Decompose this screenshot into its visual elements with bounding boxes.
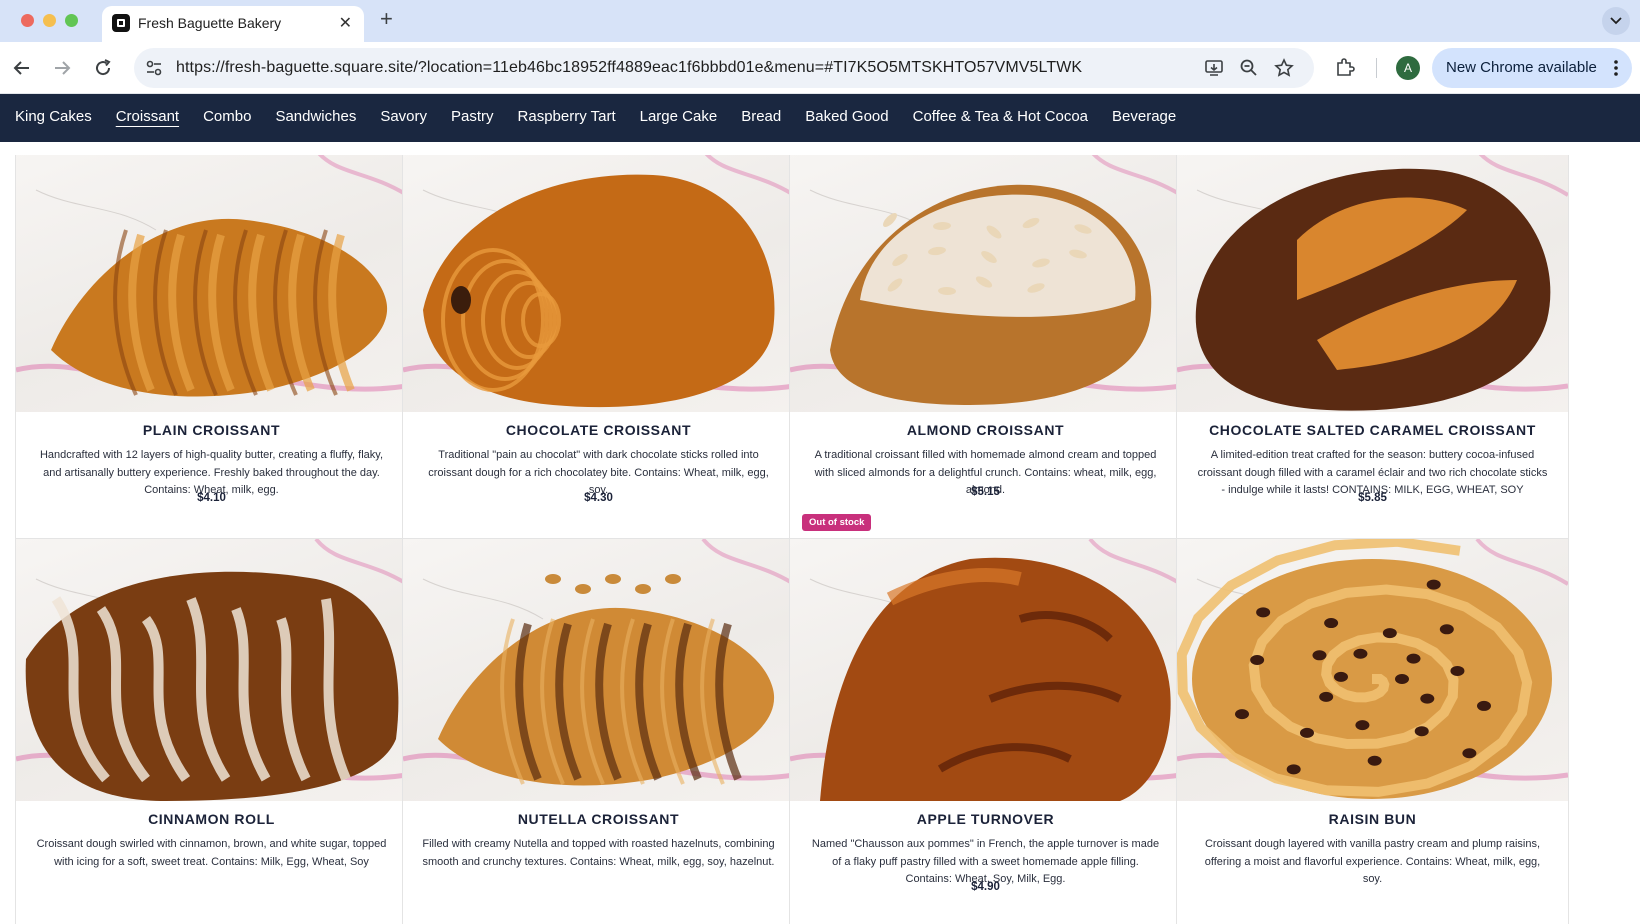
product-price: $5.85	[1358, 492, 1387, 504]
product-description: Filled with creamy Nutella and topped wi…	[422, 838, 775, 868]
nav-item-coffee-tea-hot-cocoa[interactable]: Coffee & Tea & Hot Cocoa	[913, 108, 1088, 125]
profile-avatar[interactable]: A	[1396, 56, 1420, 80]
almond-croissant-illustration	[790, 155, 1181, 405]
product-card-almond-croissant[interactable]: ALMOND CROISSANT A traditional croissant …	[789, 155, 1182, 545]
product-image[interactable]	[403, 539, 794, 801]
product-price: $4.30	[584, 492, 613, 504]
nav-item-king-cakes[interactable]: King Cakes	[15, 108, 92, 125]
product-price: $4.90	[971, 881, 1000, 893]
product-image[interactable]	[16, 155, 407, 412]
product-description: Croissant dough layered with vanilla pas…	[1204, 838, 1541, 885]
product-price: $5.15	[971, 486, 1000, 498]
cinnamon-roll-illustration	[16, 539, 407, 801]
url-text[interactable]: https://fresh-baguette.square.site/?loca…	[176, 59, 1082, 77]
croissant-illustration	[16, 155, 407, 397]
tab-title: Fresh Baguette Bakery	[138, 15, 282, 31]
toolbar-divider	[1376, 58, 1377, 78]
tab-search-button[interactable]	[1602, 7, 1630, 35]
product-name[interactable]: PLAIN CROISSANT	[16, 422, 407, 438]
product-image[interactable]	[16, 539, 407, 801]
back-arrow-icon[interactable]	[10, 56, 34, 80]
zoom-icon[interactable]	[1239, 58, 1259, 78]
bookmark-star-icon[interactable]	[1274, 58, 1294, 78]
tab-close-icon[interactable]: ✕	[339, 13, 352, 33]
product-card-plain-croissant[interactable]: PLAIN CROISSANT Handcrafted with 12 layer…	[15, 155, 408, 545]
product-name[interactable]: CINNAMON ROLL	[16, 811, 407, 827]
raisin-bun-illustration	[1177, 539, 1568, 799]
product-image[interactable]	[1177, 155, 1568, 412]
product-name[interactable]: APPLE TURNOVER	[790, 811, 1181, 827]
install-app-icon[interactable]	[1204, 58, 1224, 78]
nav-item-combo[interactable]: Combo	[203, 108, 251, 125]
product-card-nutella-croissant[interactable]: NUTELLA CROISSANT Filled with creamy Nute…	[402, 538, 795, 924]
product-image[interactable]	[790, 539, 1181, 801]
nutella-croissant-illustration	[403, 539, 794, 786]
square-favicon-icon	[112, 14, 130, 32]
product-name[interactable]: CHOCOLATE SALTED CARAMEL CROISSANT	[1177, 422, 1568, 438]
nav-item-croissant[interactable]: Croissant	[116, 108, 179, 125]
extensions-puzzle-icon[interactable]	[1334, 56, 1356, 78]
browser-toolbar: https://fresh-baguette.square.site/?loca…	[0, 42, 1640, 94]
product-grid: PLAIN CROISSANT Handcrafted with 12 layer…	[15, 155, 1625, 924]
product-name[interactable]: ALMOND CROISSANT	[790, 422, 1181, 438]
maximize-window-button[interactable]	[65, 14, 78, 27]
product-image[interactable]	[403, 155, 794, 412]
chrome-update-button[interactable]: New Chrome available	[1432, 48, 1632, 88]
nav-item-pastry[interactable]: Pastry	[451, 108, 494, 125]
forward-arrow-icon[interactable]	[50, 56, 74, 80]
kebab-menu-icon[interactable]	[1614, 59, 1618, 77]
apple-turnover-illustration	[790, 539, 1181, 801]
minimize-window-button[interactable]	[43, 14, 56, 27]
nav-item-beverage[interactable]: Beverage	[1112, 108, 1176, 125]
product-description: Croissant dough swirled with cinnamon, b…	[36, 838, 387, 868]
address-bar[interactable]: https://fresh-baguette.square.site/?loca…	[134, 48, 1314, 88]
category-nav: King Cakes Croissant Combo Sandwiches Savory…	[0, 94, 1640, 142]
product-card-chocolate-salted-caramel-croissant[interactable]: CHOCOLATE SALTED CARAMEL CROISSANT A limi…	[1176, 155, 1569, 545]
pain-au-chocolat-illustration	[403, 155, 794, 408]
product-name[interactable]: CHOCOLATE CROISSANT	[403, 422, 794, 438]
product-card-apple-turnover[interactable]: APPLE TURNOVER Named "Chausson aux pommes…	[789, 538, 1182, 924]
browser-tab[interactable]: Fresh Baguette Bakery ✕	[102, 6, 364, 42]
product-price: $4.10	[197, 492, 226, 504]
nav-item-raspberry-tart[interactable]: Raspberry Tart	[518, 108, 616, 125]
nav-item-baked-good[interactable]: Baked Good	[805, 108, 888, 125]
nav-item-bread[interactable]: Bread	[741, 108, 781, 125]
product-card-raisin-bun[interactable]: RAISIN BUN Croissant dough layered with v…	[1176, 538, 1569, 924]
new-tab-icon[interactable]: +	[380, 6, 393, 32]
category-nav-list: King Cakes Croissant Combo Sandwiches Savory…	[15, 108, 1176, 125]
close-window-button[interactable]	[21, 14, 34, 27]
out-of-stock-badge: Out of stock	[802, 514, 872, 531]
tab-strip: Fresh Baguette Bakery ✕ +	[0, 0, 1640, 42]
nav-item-savory[interactable]: Savory	[380, 108, 427, 125]
product-card-chocolate-croissant[interactable]: CHOCOLATE CROISSANT Traditional "pain au …	[402, 155, 795, 545]
product-image[interactable]	[1177, 539, 1568, 801]
product-card-cinnamon-roll[interactable]: CINNAMON ROLL Croissant dough swirled wit…	[15, 538, 408, 924]
nav-item-sandwiches[interactable]: Sandwiches	[275, 108, 356, 125]
nav-item-large-cake[interactable]: Large Cake	[640, 108, 718, 125]
product-image[interactable]	[790, 155, 1181, 412]
update-label: New Chrome available	[1446, 59, 1597, 76]
chevron-down-icon	[1610, 17, 1622, 25]
site-settings-icon[interactable]	[144, 58, 164, 78]
product-name[interactable]: NUTELLA CROISSANT	[403, 811, 794, 827]
product-name[interactable]: RAISIN BUN	[1177, 811, 1568, 827]
cocoa-croissant-illustration	[1177, 155, 1568, 411]
reload-icon[interactable]	[91, 56, 115, 80]
